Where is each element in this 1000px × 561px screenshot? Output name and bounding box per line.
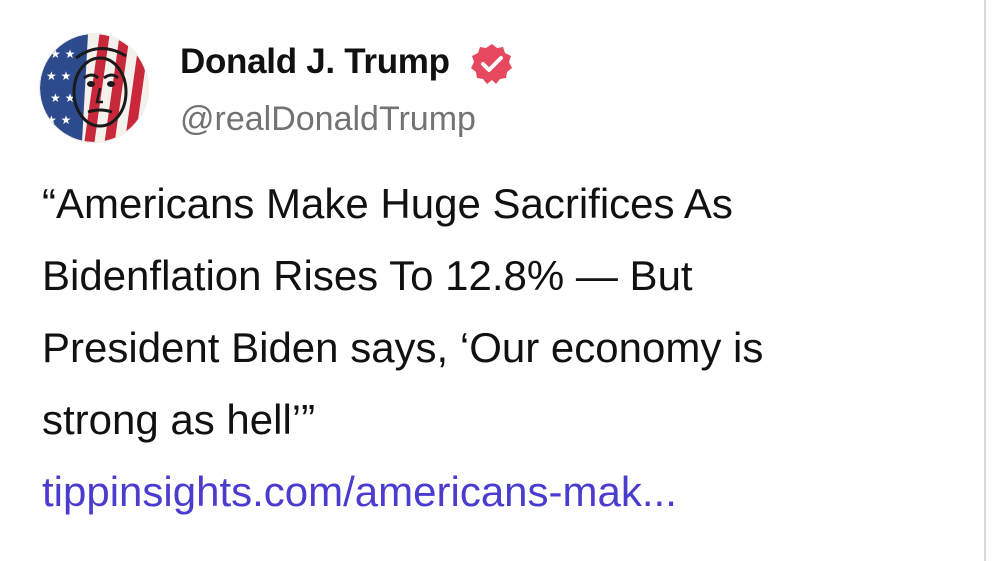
author-name[interactable]: Donald J. Trump: [180, 42, 450, 82]
svg-text:★ ★: ★ ★: [50, 47, 75, 61]
svg-text:★ ★: ★ ★: [46, 69, 71, 83]
post-text: “Americans Make Huge Sacrifices As Biden…: [42, 180, 764, 443]
svg-text:★ ★: ★ ★: [46, 113, 71, 127]
author-avatar[interactable]: ★ ★ ★ ★ ★ ★ ★ ★: [40, 34, 148, 142]
post-link[interactable]: tippinsights.com/americans-mak...: [42, 456, 677, 528]
right-divider: [984, 0, 986, 561]
svg-text:★ ★: ★ ★: [50, 91, 75, 105]
verified-badge-icon: [471, 44, 512, 84]
avatar-image: ★ ★ ★ ★ ★ ★ ★ ★: [40, 34, 148, 142]
author-handle[interactable]: @realDonaldTrump: [180, 100, 476, 139]
post-card: ★ ★ ★ ★ ★ ★ ★ ★ Donald J. Trump @realDon…: [0, 0, 1000, 561]
